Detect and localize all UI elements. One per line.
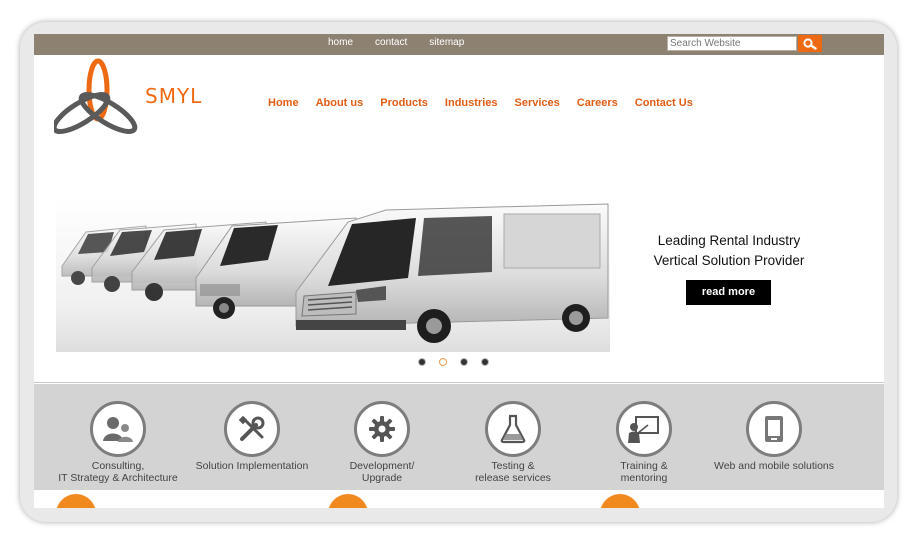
tools-icon bbox=[238, 415, 265, 441]
top-links: home contact sitemap bbox=[328, 37, 464, 48]
services-band: Consulting, IT Strategy & Architecture So… bbox=[34, 384, 884, 490]
top-link-sitemap[interactable]: sitemap bbox=[429, 37, 464, 48]
service-icon-circle bbox=[90, 401, 146, 457]
service-development[interactable]: Development/Upgrade bbox=[312, 401, 452, 484]
search-button[interactable] bbox=[798, 35, 822, 52]
logo-text: SMYL bbox=[145, 84, 203, 108]
slider-dot-3[interactable] bbox=[460, 358, 468, 366]
bottom-feature-icon bbox=[328, 494, 368, 508]
service-solution-implementation[interactable]: Solution Implementation bbox=[182, 401, 322, 472]
service-testing[interactable]: Testing & release services bbox=[443, 401, 583, 484]
slider-dot-2[interactable] bbox=[439, 358, 447, 366]
search-input[interactable] bbox=[667, 36, 797, 51]
web-page: home contact sitemap SMYL Home About us … bbox=[34, 34, 884, 508]
slider-dot-1[interactable] bbox=[418, 358, 426, 366]
mobile-device-icon bbox=[765, 416, 783, 442]
presentation-board-icon bbox=[628, 416, 659, 443]
bottom-feature-icon bbox=[56, 494, 96, 508]
service-icon-circle bbox=[224, 401, 280, 457]
hero-tagline-line-1: Leading Rental Industry bbox=[657, 233, 801, 248]
bottom-section-peek bbox=[34, 490, 884, 508]
service-label: Web and mobile solutions bbox=[713, 460, 835, 472]
nav-home[interactable]: Home bbox=[268, 97, 299, 109]
service-consulting[interactable]: Consulting, IT Strategy & Architecture bbox=[48, 401, 188, 484]
service-web-mobile[interactable]: Web and mobile solutions bbox=[704, 401, 844, 472]
service-icon-circle bbox=[746, 401, 802, 457]
logo[interactable]: SMYL bbox=[54, 56, 201, 146]
gear-icon bbox=[369, 416, 395, 442]
service-icon-circle bbox=[616, 401, 672, 457]
slider-dot-4[interactable] bbox=[481, 358, 489, 366]
consulting-people-icon bbox=[103, 417, 133, 442]
service-label: Testing & release services bbox=[475, 460, 551, 484]
service-label: Training & mentoring bbox=[620, 460, 668, 484]
top-bar: home contact sitemap bbox=[34, 34, 884, 55]
top-link-home[interactable]: home bbox=[328, 37, 353, 48]
vans-illustration bbox=[61, 203, 609, 343]
service-icon-circle bbox=[354, 401, 410, 457]
top-link-contact[interactable]: contact bbox=[375, 37, 407, 48]
hero-slide-image bbox=[56, 196, 610, 352]
hero-tagline-line-2: Vertical Solution Provider bbox=[653, 253, 805, 268]
nav-products[interactable]: Products bbox=[380, 97, 428, 109]
logo-mark-icon bbox=[54, 58, 138, 134]
nav-contact-us[interactable]: Contact Us bbox=[635, 97, 693, 109]
service-label: Solution Implementation bbox=[195, 460, 309, 472]
service-label: Consulting, IT Strategy & Architecture bbox=[58, 460, 178, 484]
read-more-button[interactable]: read more bbox=[686, 280, 771, 305]
service-label: Development/Upgrade bbox=[349, 460, 415, 484]
nav-careers[interactable]: Careers bbox=[577, 97, 618, 109]
nav-industries[interactable]: Industries bbox=[445, 97, 498, 109]
slider-dots bbox=[418, 358, 489, 366]
flask-icon bbox=[500, 414, 526, 444]
hero-tagline: Leading Rental Industry Vertical Solutio… bbox=[614, 231, 844, 271]
main-nav: Home About us Products Industries Servic… bbox=[268, 97, 710, 109]
service-icon-circle bbox=[485, 401, 541, 457]
search-icon bbox=[803, 37, 817, 50]
nav-services[interactable]: Services bbox=[515, 97, 560, 109]
nav-about-us[interactable]: About us bbox=[316, 97, 364, 109]
bottom-feature-icon bbox=[600, 494, 640, 508]
section-divider bbox=[34, 382, 884, 383]
service-training[interactable]: Training & mentoring bbox=[574, 401, 714, 484]
